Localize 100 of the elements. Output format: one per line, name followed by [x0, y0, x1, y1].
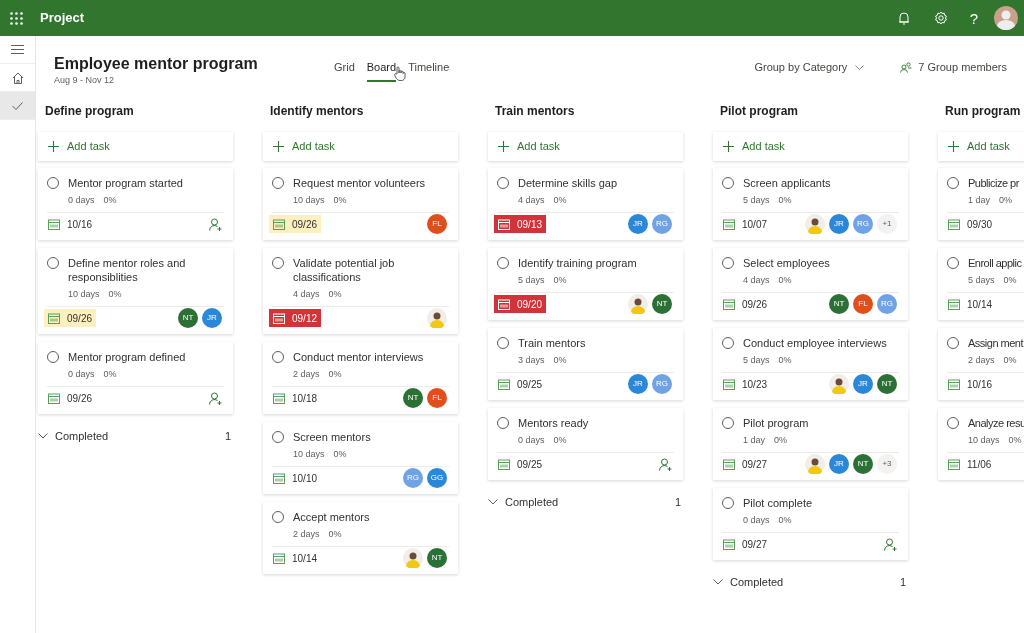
add-task-button[interactable]: Add task	[713, 132, 908, 161]
assignee-avatar: FL	[427, 388, 447, 408]
due-date: 09/25	[494, 455, 547, 473]
calendar-icon	[48, 218, 60, 230]
task-card[interactable]: Pilot program 1 day 0% 09/27 JR NT +3	[713, 408, 908, 480]
chevron-down-icon	[38, 433, 48, 440]
task-title: Accept mentors	[293, 510, 370, 524]
task-duration: 0 days	[743, 515, 770, 526]
calendar-icon	[498, 298, 510, 310]
task-duration: 10 days	[968, 435, 1000, 446]
calendar-icon	[948, 458, 960, 470]
profile-avatar-icon[interactable]	[994, 6, 1018, 30]
people-icon	[900, 61, 913, 73]
percent-complete-text: 0%	[333, 195, 347, 206]
task-card[interactable]: Mentor program defined 0 days 0% 09/26	[38, 342, 233, 414]
assignee-avatar: JR	[829, 214, 849, 234]
assignee-avatar: NT	[829, 294, 849, 314]
assign-person-icon[interactable]	[209, 217, 222, 231]
task-card[interactable]: Screen mentors 10 days 0% 10/10 RG GG	[263, 422, 458, 494]
add-task-button[interactable]: Add task	[263, 132, 458, 161]
task-card[interactable]: Publicize pr 1 day 0% 09/30	[938, 168, 1024, 240]
due-date: 10/10	[269, 469, 322, 487]
add-task-button[interactable]: Add task	[488, 132, 683, 161]
task-duration: 1 day	[743, 435, 766, 446]
percent-complete-text: 0%	[328, 289, 342, 300]
add-task-button[interactable]: Add task	[938, 132, 1024, 161]
percent-complete-text: 0%	[103, 195, 117, 206]
assignee-avatar: JR	[853, 374, 873, 394]
task-card[interactable]: Identify training program 5 days 0% 09/20 NT	[488, 248, 683, 320]
task-card[interactable]: Mentor program started 0 days 0% 10/16	[38, 168, 233, 240]
app-launcher-icon[interactable]	[10, 11, 23, 25]
assignee-avatar: NT	[178, 308, 198, 328]
task-title: Mentor program started	[68, 176, 183, 190]
task-card[interactable]: Determine skills gap 4 days 0% 09/13 JR RG	[488, 168, 683, 240]
task-duration: 4 days	[518, 195, 545, 206]
assignee-avatar: NT	[652, 294, 672, 314]
task-title: Pilot complete	[743, 496, 813, 510]
task-duration: 0 days	[518, 435, 545, 446]
column-title: Train mentors	[494, 104, 576, 119]
view-tab[interactable]: Grid	[334, 59, 355, 82]
calendar-icon	[498, 458, 510, 470]
completed-toggle[interactable]: Completed 1	[713, 574, 908, 591]
calendar-icon	[273, 312, 285, 324]
task-card[interactable]: Select employees 4 days 0% 09/26 NT FL RG	[713, 248, 908, 320]
task-card[interactable]: Define mentor roles and responsiblities 10 days 0% 09/26 NT JR	[38, 248, 233, 334]
chevron-down-icon	[713, 579, 723, 586]
task-title: Enroll applic	[968, 256, 1022, 270]
task-card[interactable]: Train mentors 3 days 0% 09/25 JR RG	[488, 328, 683, 400]
column-title: Identify mentors	[269, 104, 365, 119]
calendar-icon	[48, 392, 60, 404]
due-date: 09/12	[269, 309, 322, 327]
completed-toggle[interactable]: Completed 1	[38, 428, 233, 445]
assignee-avatar: RG	[652, 374, 672, 394]
task-card[interactable]: Pilot complete 0 days 0% 09/27	[713, 488, 908, 560]
task-card[interactable]: Screen applicants 5 days 0% 10/07 JR RG +1	[713, 168, 908, 240]
due-date: 10/07	[719, 215, 772, 233]
group-by-dropdown[interactable]: Group by Category	[754, 59, 865, 76]
percent-complete-text: 0%	[778, 195, 792, 206]
task-card[interactable]: Accept mentors 2 days 0% 10/14 NT	[263, 502, 458, 574]
help-button[interactable]: ?	[969, 10, 978, 26]
task-title: Define mentor roles and responsiblities	[68, 256, 187, 284]
notification-bell-icon[interactable]	[897, 11, 910, 25]
calendar-icon	[948, 378, 960, 390]
person-avatar-icon	[427, 308, 447, 328]
percent-complete-text: 0%	[553, 355, 567, 366]
checkmark-icon	[12, 101, 23, 110]
more-assignees-count: +1	[877, 214, 897, 234]
add-task-button[interactable]: Add task	[38, 132, 233, 161]
task-title: Publicize pr	[968, 176, 1019, 190]
group-members-button[interactable]: 7 Group members	[900, 59, 1007, 76]
task-card[interactable]: Conduct mentor interviews 2 days 0% 10/18 NT FL	[263, 342, 458, 414]
task-title: Analyze resu	[968, 416, 1024, 430]
task-card[interactable]: Assign ment 2 days 0% 10/16	[938, 328, 1024, 400]
view-tab[interactable]: Timeline	[408, 59, 450, 82]
completed-toggle[interactable]: Completed 1	[488, 494, 683, 511]
task-card[interactable]: Enroll applic 5 days 0% 10/14	[938, 248, 1024, 320]
assignee-avatar: RG	[652, 214, 672, 234]
task-duration: 0 days	[68, 195, 95, 206]
assign-person-icon[interactable]	[884, 537, 897, 551]
task-duration: 5 days	[743, 355, 770, 366]
percent-complete-text: 0%	[333, 449, 347, 460]
calendar-icon	[948, 298, 960, 310]
calendar-icon	[273, 392, 285, 404]
task-card[interactable]: Request mentor volunteers 10 days 0% 09/26 FL	[263, 168, 458, 240]
task-card[interactable]: Validate potential job classifications 4 days 0% 09/12	[263, 248, 458, 334]
person-avatar-icon	[628, 294, 648, 314]
percent-complete-text: 0%	[999, 195, 1013, 206]
percent-complete-text: 0%	[553, 195, 567, 206]
assign-person-icon[interactable]	[659, 457, 672, 471]
assign-person-icon[interactable]	[209, 391, 222, 405]
calendar-icon	[273, 472, 285, 484]
task-duration: 0 days	[68, 369, 95, 380]
task-card[interactable]: Analyze resu 10 days 0% 11/06	[938, 408, 1024, 480]
task-duration: 5 days	[518, 275, 545, 286]
task-duration: 1 day	[968, 195, 991, 206]
task-card[interactable]: Mentors ready 0 days 0% 09/25	[488, 408, 683, 480]
due-date: 10/23	[719, 375, 772, 393]
task-card[interactable]: Conduct employee interviews 5 days 0% 10/23 JR NT	[713, 328, 908, 400]
percent-complete-text: 0%	[778, 355, 792, 366]
settings-icon[interactable]	[933, 11, 948, 25]
